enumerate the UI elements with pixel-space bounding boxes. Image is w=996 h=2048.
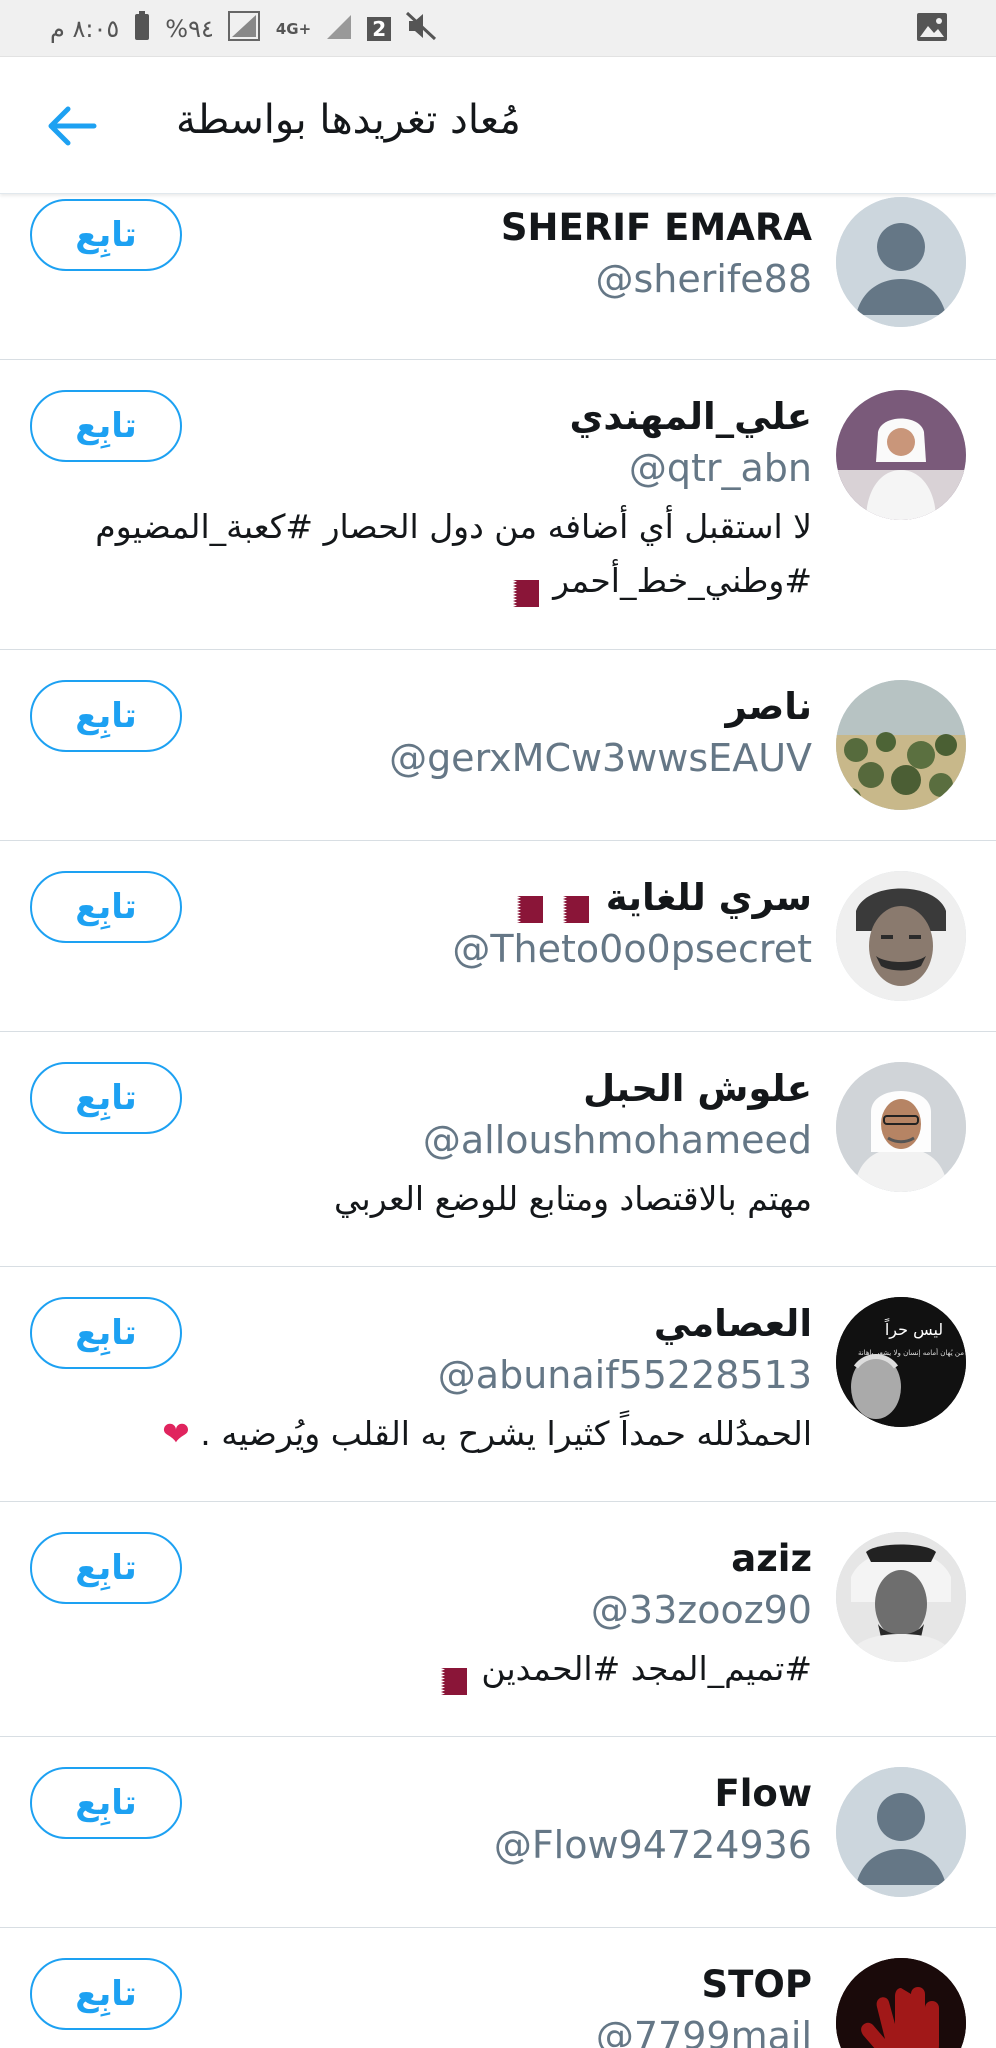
default-avatar-icon[interactable] (836, 197, 966, 327)
avatar[interactable]: ليس حراً من يُهان أمامه إنسان ولا يشعر بإ… (836, 1297, 966, 1427)
user-list: SHERIF EMARA @sherife88 تابِع علي_المهند… (0, 195, 996, 2048)
user-row[interactable]: سري للغاية @Theto0o0psecret تابِع (0, 841, 996, 1032)
status-bar: ٨:٠٥ م %٩٤ 4G+ 2 (0, 0, 996, 57)
network-type: 4G+ (275, 20, 312, 38)
avatar-quote-line: من يُهان أمامه إنسان ولا يشعر بإهانة (858, 1348, 964, 1357)
user-name-text: سري للغاية (605, 876, 812, 919)
qatar-flag-icon (428, 1657, 467, 1695)
user-row[interactable]: Flow @Flow94724936 تابِع (0, 1737, 996, 1928)
follow-button[interactable]: تابِع (30, 390, 182, 462)
user-row[interactable]: علوش الحبل @alloushmohameed مهتم بالاقتص… (0, 1032, 996, 1267)
follow-button[interactable]: تابِع (30, 1958, 182, 2030)
sim-badge: 2 (367, 17, 392, 41)
qatar-flag-icon (500, 569, 539, 607)
qatar-flag-icon (550, 886, 589, 923)
clock: ٨:٠٥ م (50, 15, 120, 43)
avatar[interactable] (836, 1958, 966, 2048)
signal-2-icon (325, 11, 353, 47)
avatar[interactable] (836, 390, 966, 520)
follow-button[interactable]: تابِع (30, 199, 182, 271)
user-row[interactable]: STOP @7799mail تابِع (0, 1928, 996, 2048)
status-left: ٨:٠٥ م %٩٤ 4G+ 2 (50, 10, 437, 48)
user-row[interactable]: SHERIF EMARA @sherife88 تابِع (0, 195, 996, 360)
follow-button[interactable]: تابِع (30, 1532, 182, 1604)
mute-icon (405, 11, 437, 47)
follow-button[interactable]: تابِع (30, 680, 182, 752)
battery-percent: %٩٤ (165, 15, 214, 43)
user-bio: لا استقبل أي أضافه من دول الحصار #كعبة_ا… (22, 500, 812, 608)
follow-button[interactable]: تابِع (30, 871, 182, 943)
user-row[interactable]: aziz @33zooz90 #تميم_المجد #الحمدين تابِ… (0, 1502, 996, 1737)
user-row[interactable]: ناصر @gerxMCw3wwsEAUV تابِع (0, 650, 996, 841)
user-bio-text: #تميم_المجد #الحمدين (481, 1649, 812, 1688)
avatar[interactable] (836, 871, 966, 1001)
user-bio: الحمدُلله حمداً كثيرا يشرح به القلب ويُر… (22, 1407, 812, 1461)
follow-button[interactable]: تابِع (30, 1767, 182, 1839)
user-bio-text: الحمدُلله حمداً كثيرا يشرح به القلب ويُر… (200, 1414, 812, 1453)
user-row[interactable]: ليس حراً من يُهان أمامه إنسان ولا يشعر بإ… (0, 1267, 996, 1502)
default-avatar-icon[interactable] (836, 1767, 966, 1897)
user-row[interactable]: علي_المهندي @qtr_abn لا استقبل أي أضافه … (0, 360, 996, 650)
avatar-quote-title: ليس حراً (884, 1317, 943, 1340)
follow-button[interactable]: تابِع (30, 1297, 182, 1369)
page-title: مُعاد تغريدها بواسطة (176, 97, 521, 143)
signal-icon (227, 11, 262, 47)
user-bio: #تميم_المجد #الحمدين (22, 1642, 812, 1696)
follow-button[interactable]: تابِع (30, 1062, 182, 1134)
avatar[interactable] (836, 1532, 966, 1662)
qatar-flag-icon (504, 886, 543, 923)
battery-icon (133, 11, 151, 47)
top-bar: مُعاد تغريدها بواسطة (0, 57, 996, 194)
user-bio-text: لا استقبل أي أضافه من دول الحصار #كعبة_ا… (95, 507, 812, 600)
heart-icon: ❤ (162, 1414, 190, 1453)
avatar[interactable] (836, 680, 966, 810)
back-arrow-icon[interactable] (44, 103, 100, 149)
avatar[interactable] (836, 1062, 966, 1192)
user-bio: مهتم بالاقتصاد ومتابع للوضع العربي (334, 1179, 812, 1218)
gallery-icon (916, 12, 948, 46)
